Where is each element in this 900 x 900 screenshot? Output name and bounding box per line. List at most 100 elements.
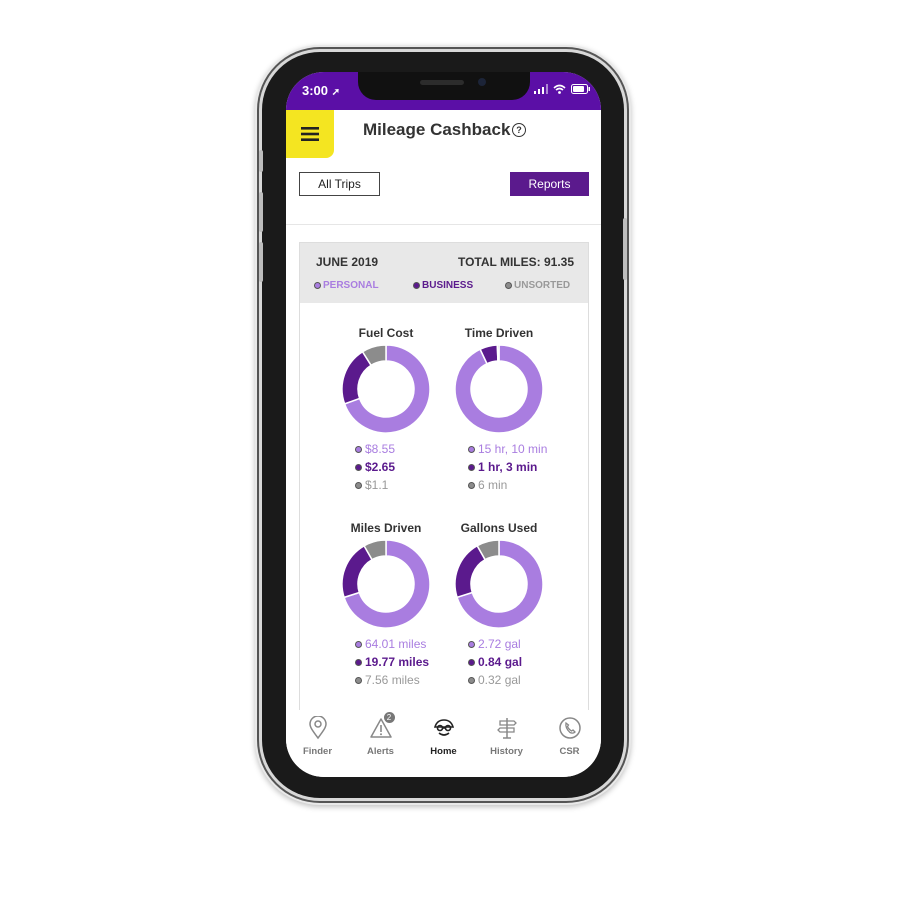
donut-slice-unsorted bbox=[496, 344, 500, 362]
chart-values: 64.01 miles 19.77 miles 7.56 miles bbox=[331, 635, 441, 689]
nav-label: History bbox=[490, 746, 523, 757]
chart-values: 2.72 gal 0.84 gal 0.32 gal bbox=[444, 635, 554, 689]
value-unsorted: $1.1 bbox=[355, 476, 441, 494]
value-label: $2.65 bbox=[365, 460, 396, 474]
mute-switch bbox=[259, 150, 263, 172]
donut-chart bbox=[454, 539, 544, 629]
status-icons bbox=[534, 84, 591, 94]
divider bbox=[286, 224, 601, 225]
battery-icon bbox=[571, 84, 590, 94]
legend-label: BUSINESS bbox=[422, 280, 474, 291]
location-arrow-icon: ➚ bbox=[331, 87, 341, 98]
status-time: 3:00 ➚ bbox=[302, 83, 341, 98]
location-pin-icon bbox=[308, 715, 327, 740]
value-label: $8.55 bbox=[365, 442, 396, 456]
legend-dot bbox=[505, 282, 512, 289]
chart-values: 15 hr, 10 min 1 hr, 3 min 6 min bbox=[444, 440, 554, 494]
nav-label: Home bbox=[430, 746, 457, 757]
status-bar: 3:00 ➚ bbox=[286, 72, 601, 110]
all-trips-button[interactable]: All Trips bbox=[299, 172, 380, 196]
legend-dot bbox=[355, 640, 362, 648]
value-label: 64.01 miles bbox=[365, 637, 427, 651]
legend-dot bbox=[355, 463, 362, 471]
legend-dot bbox=[314, 282, 321, 289]
chart-title: Fuel Cost bbox=[358, 326, 414, 340]
summary-card: JUNE 2019 TOTAL MILES: 91.35 PERSONAL BU… bbox=[299, 242, 589, 777]
legend-dot bbox=[468, 445, 475, 453]
value-business: $2.65 bbox=[355, 458, 441, 476]
power-button bbox=[623, 218, 627, 280]
menu-button[interactable] bbox=[286, 110, 334, 158]
reports-button[interactable]: Reports bbox=[510, 172, 589, 196]
value-label: 19.77 miles bbox=[365, 655, 430, 669]
value-personal: 15 hr, 10 min bbox=[468, 440, 554, 458]
value-unsorted: 0.32 gal bbox=[468, 671, 554, 689]
value-personal: 64.01 miles bbox=[355, 635, 441, 653]
app-header: Mileage Cashback ? bbox=[286, 110, 601, 160]
signpost-icon bbox=[496, 718, 517, 739]
value-label: 0.84 gal bbox=[478, 655, 523, 669]
value-business: 1 hr, 3 min bbox=[468, 458, 554, 476]
legend-unsorted: UNSORTED bbox=[505, 280, 570, 291]
legend-dot bbox=[355, 658, 362, 666]
donut-chart bbox=[341, 344, 431, 434]
value-personal: 2.72 gal bbox=[468, 635, 554, 653]
page-title: Mileage Cashback bbox=[363, 120, 511, 139]
legend-dot bbox=[413, 282, 420, 289]
value-label: 0.32 gal bbox=[478, 673, 521, 687]
legend-label: UNSORTED bbox=[514, 280, 571, 291]
nav-csr[interactable]: CSR bbox=[540, 710, 600, 777]
value-unsorted: 6 min bbox=[468, 476, 554, 494]
nav-home[interactable]: Home bbox=[414, 710, 474, 777]
car-icon bbox=[433, 719, 454, 736]
nav-label: Finder bbox=[302, 746, 333, 757]
speaker bbox=[420, 80, 464, 85]
nav-finder[interactable]: Finder bbox=[288, 710, 348, 777]
chart-gallons-used: Gallons Used 2.72 gal 0.84 gal 0.32 gal bbox=[444, 521, 554, 689]
nav-history[interactable]: History bbox=[477, 710, 537, 777]
legend-business: BUSINESS bbox=[413, 280, 473, 291]
legend-dot bbox=[468, 640, 475, 648]
value-business: 19.77 miles bbox=[355, 653, 441, 671]
donut-slice-business bbox=[454, 544, 487, 599]
help-icon[interactable]: ? bbox=[512, 123, 526, 137]
legend-dot bbox=[468, 676, 475, 684]
signal-icon bbox=[534, 84, 548, 94]
donut-slice-business bbox=[341, 544, 374, 599]
value-label: 1 hr, 3 min bbox=[478, 460, 538, 474]
hamburger-icon bbox=[301, 127, 319, 141]
donut-chart bbox=[341, 539, 431, 629]
chart-title: Time Driven bbox=[464, 326, 534, 340]
chart-time-driven: Time Driven 15 hr, 10 min 1 hr, 3 min 6 min bbox=[444, 326, 554, 494]
chart-title: Miles Driven bbox=[350, 521, 422, 535]
wifi-icon bbox=[553, 84, 566, 94]
donut-chart bbox=[454, 344, 544, 434]
value-label: 15 hr, 10 min bbox=[478, 442, 548, 456]
nav-alerts[interactable]: 2 Alerts bbox=[351, 710, 411, 777]
legend-dot bbox=[355, 445, 362, 453]
legend-dot bbox=[468, 481, 475, 489]
nav-label: Alerts bbox=[367, 746, 394, 757]
bottom-nav: Finder 2 Alerts Home History CSR bbox=[286, 710, 601, 777]
nav-label: CSR bbox=[559, 746, 580, 757]
legend-dot bbox=[355, 481, 362, 489]
alerts-badge: 2 bbox=[383, 712, 395, 723]
screen: 3:00 ➚ Mileage Cashback ? All Trips Repo… bbox=[286, 72, 601, 777]
chart-fuel-cost: Fuel Cost $8.55 $2.65 $1.1 bbox=[331, 326, 441, 494]
notch bbox=[358, 72, 530, 100]
value-label: 7.56 miles bbox=[365, 673, 420, 687]
legend-dot bbox=[468, 463, 475, 471]
value-business: 0.84 gal bbox=[468, 653, 554, 671]
chart-values: $8.55 $2.65 $1.1 bbox=[331, 440, 441, 494]
legend-dot bbox=[468, 658, 475, 666]
month-label: JUNE 2019 bbox=[316, 255, 379, 269]
phone-icon bbox=[558, 717, 581, 739]
summary-header: JUNE 2019 TOTAL MILES: 91.35 PERSONAL BU… bbox=[300, 243, 588, 303]
value-personal: $8.55 bbox=[355, 440, 441, 458]
chart-miles-driven: Miles Driven 64.01 miles 19.77 miles 7.56 m… bbox=[331, 521, 441, 689]
legend-personal: PERSONAL bbox=[314, 280, 379, 291]
camera bbox=[478, 78, 486, 86]
value-label: 2.72 gal bbox=[478, 637, 521, 651]
legend-label: PERSONAL bbox=[323, 280, 379, 291]
chart-title: Gallons Used bbox=[460, 521, 538, 535]
